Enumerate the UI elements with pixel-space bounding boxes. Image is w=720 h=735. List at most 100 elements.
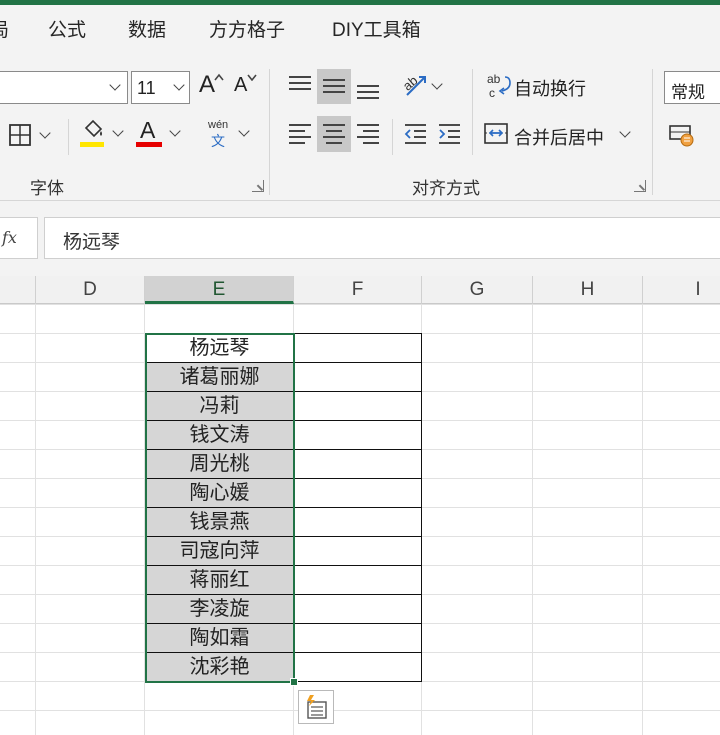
cell-e[interactable]: 李凌旋	[145, 595, 294, 624]
cell-f[interactable]	[294, 653, 422, 682]
caret-down-icon	[247, 74, 257, 81]
cell-f[interactable]	[294, 508, 422, 537]
increase-indent-button[interactable]	[436, 121, 464, 149]
decrease-font-size-button[interactable]: A	[232, 71, 260, 101]
cell-f[interactable]	[294, 450, 422, 479]
column-header-f[interactable]: F	[294, 276, 422, 304]
font-size-value: 11	[137, 78, 156, 98]
tab-formulas[interactable]: 公式	[48, 15, 86, 42]
cell-f[interactable]	[294, 392, 422, 421]
merge-center-label: 合并后居中	[514, 128, 604, 148]
svg-text:c: c	[489, 86, 495, 99]
wrap-text-button[interactable]: ab c 自动换行	[485, 71, 595, 103]
number-format-select[interactable]: 常规	[664, 71, 720, 104]
merge-center-button[interactable]: 合并后居中	[484, 119, 634, 151]
increase-font-size-button[interactable]: A	[197, 71, 225, 101]
fill-color-button[interactable]	[78, 119, 128, 153]
cell-e[interactable]: 钱文涛	[145, 421, 294, 450]
chevron-down-icon	[238, 125, 250, 137]
chevron-down-icon	[39, 127, 51, 139]
fill-color-swatch	[80, 142, 104, 147]
tab-diy-toolbox[interactable]: DIY工具箱	[332, 15, 421, 42]
quick-analysis-button[interactable]	[298, 690, 334, 724]
chevron-down-icon	[173, 79, 185, 91]
column-header-d[interactable]: D	[36, 276, 145, 304]
svg-text:ab: ab	[487, 72, 501, 86]
decrease-indent-button[interactable]	[402, 121, 430, 149]
column-header-partial[interactable]	[0, 276, 36, 304]
cell-e[interactable]: 钱景燕	[145, 508, 294, 537]
center-align-button[interactable]	[320, 119, 348, 151]
align-left-button[interactable]	[287, 119, 315, 151]
chevron-down-icon	[431, 78, 443, 90]
divider	[472, 69, 473, 155]
caret-up-icon	[214, 73, 224, 81]
gridline	[35, 304, 36, 735]
formula-value: 杨远琴	[63, 232, 121, 253]
font-dialog-launcher-icon[interactable]	[252, 180, 264, 192]
align-right-button[interactable]	[355, 119, 383, 151]
quick-analysis-icon	[307, 695, 327, 719]
font-size-select[interactable]: 11	[131, 71, 190, 104]
column-header-g[interactable]: G	[422, 276, 533, 304]
divider	[68, 119, 69, 155]
phonetic-guide-button[interactable]: wén 文	[204, 119, 254, 151]
text-orientation-icon: ab	[401, 73, 426, 96]
cell-f[interactable]	[294, 537, 422, 566]
ribbon: 11 A A A wén 文 字体 ab ab c 自动换行 合并后居中 对齐方…	[0, 49, 720, 201]
paint-bucket-icon	[84, 119, 103, 138]
pinyin-icon-bottom: 文	[211, 133, 225, 149]
accounting-format-button[interactable]	[668, 121, 708, 151]
cell-f[interactable]	[294, 479, 422, 508]
cell-f[interactable]	[294, 595, 422, 624]
bottom-align-button[interactable]	[355, 71, 383, 103]
cell-e[interactable]: 周光桃	[145, 450, 294, 479]
cell-f[interactable]	[294, 334, 422, 363]
orientation-button[interactable]: ab	[401, 71, 451, 103]
tab-page-layout-partial[interactable]: 局	[0, 15, 9, 42]
font-group-label: 字体	[30, 179, 64, 198]
cell-e[interactable]: 陶如霜	[145, 624, 294, 653]
decrease-indent-icon	[404, 124, 426, 144]
insert-function-button[interactable]: fx	[0, 217, 38, 259]
cell-f[interactable]	[294, 363, 422, 392]
fill-handle[interactable]	[290, 678, 298, 686]
tab-data[interactable]: 数据	[128, 15, 166, 42]
gridline	[0, 304, 720, 305]
cell-e[interactable]: 陶心媛	[145, 479, 294, 508]
chevron-down-icon	[109, 79, 121, 91]
cell-f[interactable]	[294, 421, 422, 450]
tab-fangfang-gezi[interactable]: 方方格子	[209, 15, 285, 42]
spreadsheet-grid[interactable]: 杨远琴 诸葛丽娜 冯莉 钱文涛 周光桃 陶心媛 钱景燕 司寇向萍 蒋丽红 李凌旋…	[0, 304, 720, 735]
column-header-i[interactable]: I	[643, 276, 720, 304]
wrap-text-label: 自动换行	[514, 79, 586, 99]
alignment-dialog-launcher-icon[interactable]	[634, 180, 646, 192]
wrap-text-icon: ab c	[487, 72, 511, 99]
cell-e[interactable]: 司寇向萍	[145, 537, 294, 566]
cell-f[interactable]	[294, 624, 422, 653]
fx-icon: fx	[2, 228, 17, 247]
column-header-row: D E F G H I	[0, 276, 720, 304]
cell-e[interactable]: 诸葛丽娜	[145, 363, 294, 392]
column-header-e[interactable]: E	[145, 276, 294, 304]
font-color-button[interactable]: A	[136, 117, 186, 153]
cell-e-active[interactable]: 杨远琴	[145, 334, 294, 363]
font-name-select[interactable]	[0, 71, 128, 104]
cell-f[interactable]	[294, 566, 422, 595]
top-align-button[interactable]	[287, 71, 315, 103]
cell-e[interactable]: 沈彩艳	[145, 653, 294, 682]
gridline	[532, 304, 533, 735]
formula-bar-area: fx 杨远琴	[0, 201, 720, 276]
column-header-h[interactable]: H	[533, 276, 643, 304]
middle-align-button[interactable]	[320, 71, 348, 103]
borders-icon	[9, 124, 31, 146]
merge-cells-icon	[484, 123, 508, 144]
cell-e[interactable]: 蒋丽红	[145, 566, 294, 595]
menu-bar: 局 公式 数据 方方格子 DIY工具箱	[0, 5, 720, 49]
alignment-group-label: 对齐方式	[412, 179, 480, 198]
borders-button[interactable]	[8, 121, 58, 151]
chevron-down-icon	[619, 126, 631, 138]
formula-input[interactable]: 杨远琴	[44, 217, 720, 259]
cell-e[interactable]: 冯莉	[145, 392, 294, 421]
chevron-down-icon	[112, 125, 124, 137]
